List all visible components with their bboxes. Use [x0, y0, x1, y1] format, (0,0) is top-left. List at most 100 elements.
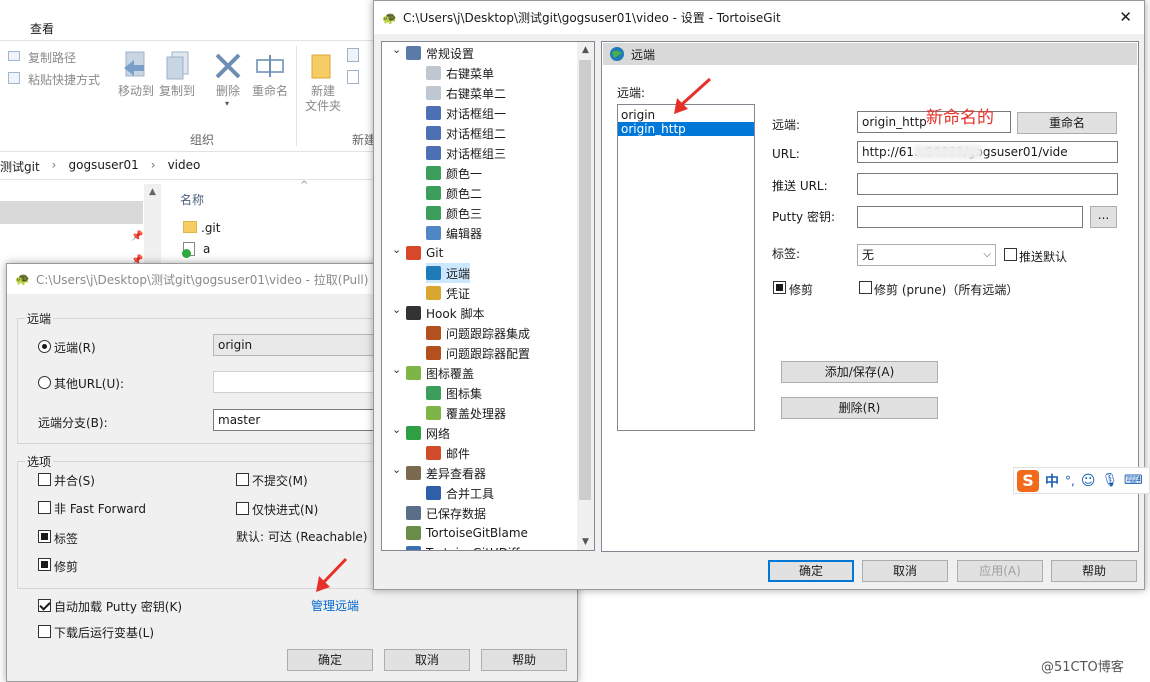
- tree-item[interactable]: 凭证: [426, 283, 470, 303]
- tags-select[interactable]: 无 ⌵: [857, 244, 996, 266]
- remote-list-item-selected[interactable]: origin_http: [618, 122, 754, 136]
- pull-cancel-button[interactable]: 取消: [384, 649, 470, 671]
- putty-key-input[interactable]: [857, 206, 1083, 228]
- breadcrumb-item[interactable]: video: [168, 158, 201, 175]
- scroll-thumb[interactable]: [579, 60, 591, 500]
- tree-item[interactable]: 颜色三: [426, 203, 482, 223]
- copy-to-button[interactable]: 复制到: [157, 84, 197, 99]
- file-item[interactable]: .git: [201, 221, 220, 235]
- tree-expand-chevron-icon[interactable]: ⌄: [392, 243, 401, 256]
- paste-shortcut-button[interactable]: 粘贴快捷方式: [28, 71, 100, 88]
- tab-view[interactable]: 查看: [30, 20, 54, 37]
- new-folder-button[interactable]: 新建 文件夹: [303, 84, 343, 114]
- ff-only-checkbox[interactable]: [236, 502, 249, 515]
- nav-pane-selected-item[interactable]: [0, 201, 143, 224]
- merge-label[interactable]: 并合(S): [54, 472, 95, 489]
- merge-checkbox[interactable]: [38, 473, 51, 486]
- autoload-putty-checkbox[interactable]: [38, 599, 51, 612]
- close-icon[interactable]: ✕: [1119, 8, 1132, 26]
- prune-all-checkbox[interactable]: [859, 281, 872, 294]
- url-input[interactable]: http://61. :20891/gogsuser01/vide: [857, 141, 1118, 163]
- remote-branch-input[interactable]: master: [213, 409, 379, 431]
- tree-expand-chevron-icon[interactable]: ⌄: [392, 423, 401, 436]
- tree-item[interactable]: 已保存数据: [406, 503, 486, 523]
- tree-item[interactable]: 颜色二: [426, 183, 482, 203]
- tree-item[interactable]: 问题跟踪器集成: [426, 323, 530, 343]
- delete-button[interactable]: 删除: [208, 84, 248, 99]
- breadcrumb-chevron-icon[interactable]: ›: [52, 158, 57, 175]
- settings-help-button[interactable]: 帮助: [1051, 560, 1137, 582]
- breadcrumb-chevron-icon[interactable]: ›: [151, 158, 156, 175]
- tree-item[interactable]: 图标集: [426, 383, 482, 403]
- tree-item[interactable]: 编辑器: [426, 223, 482, 243]
- settings-tree[interactable]: 常规设置 ⌄ 右键菜单 右键菜单二 对话框组一 对话框组二 对话框组三 颜色一 颜色二 颜色三 编辑…: [381, 41, 595, 551]
- file-item[interactable]: a: [203, 242, 210, 256]
- microphone-icon[interactable]: 🎙: [1101, 473, 1118, 488]
- manage-remotes-link[interactable]: 管理远端: [311, 597, 359, 614]
- tags-label[interactable]: 标签: [54, 530, 78, 547]
- tags-checkbox[interactable]: [38, 530, 51, 543]
- column-header-name[interactable]: 名称: [180, 191, 204, 208]
- ime-toolbar[interactable]: S 中 °, ☺ 🎙 ⌨: [1013, 467, 1150, 494]
- tree-item[interactable]: 常规设置: [406, 43, 474, 63]
- launch-rebase-checkbox[interactable]: [38, 625, 51, 638]
- ime-punct-toggle[interactable]: °,: [1065, 474, 1075, 488]
- tree-item[interactable]: Hook 脚本: [406, 303, 484, 323]
- ff-only-label[interactable]: 仅快进式(N): [252, 501, 318, 518]
- scroll-up-icon[interactable]: ▲: [577, 45, 594, 55]
- push-default-label[interactable]: 推送默认: [1019, 248, 1067, 265]
- tree-item[interactable]: 差异查看器: [406, 463, 486, 483]
- tree-item[interactable]: 对话框组一: [426, 103, 506, 123]
- tree-item[interactable]: 网络: [406, 423, 450, 443]
- tree-item[interactable]: TortoiseGitUDiff: [406, 543, 520, 550]
- push-url-input[interactable]: [857, 173, 1118, 195]
- prune-label[interactable]: 修剪: [789, 281, 813, 298]
- tree-expand-chevron-icon[interactable]: ⌄: [392, 43, 401, 56]
- prune-checkbox[interactable]: [38, 558, 51, 571]
- tree-item[interactable]: 图标覆盖: [406, 363, 474, 383]
- non-ff-checkbox[interactable]: [38, 501, 51, 514]
- remote-select[interactable]: origin: [213, 334, 379, 356]
- tree-item[interactable]: 合并工具: [426, 483, 494, 503]
- scroll-up-icon[interactable]: ▲: [144, 187, 161, 197]
- no-commit-label[interactable]: 不提交(M): [252, 472, 308, 489]
- chevron-down-icon[interactable]: ⌵: [983, 245, 991, 265]
- settings-cancel-button[interactable]: 取消: [862, 560, 948, 582]
- emoji-icon[interactable]: ☺: [1081, 473, 1096, 489]
- tree-item[interactable]: 覆盖处理器: [426, 403, 506, 423]
- scroll-down-icon[interactable]: ▼: [577, 537, 594, 547]
- tree-expand-chevron-icon[interactable]: ⌄: [392, 463, 401, 476]
- browse-putty-button[interactable]: ...: [1090, 206, 1117, 228]
- tree-item[interactable]: 对话框组二: [426, 123, 506, 143]
- tree-item[interactable]: 问题跟踪器配置: [426, 343, 530, 363]
- pull-ok-button[interactable]: 确定: [287, 649, 373, 671]
- remove-button[interactable]: 删除(R): [781, 397, 938, 419]
- prune-checkbox[interactable]: [773, 281, 786, 294]
- remote-radio[interactable]: [38, 340, 51, 353]
- tree-expand-chevron-icon[interactable]: ⌄: [392, 363, 401, 376]
- breadcrumb-item[interactable]: 测试git: [0, 158, 40, 175]
- tree-item[interactable]: 邮件: [426, 443, 470, 463]
- non-ff-label[interactable]: 非 Fast Forward: [54, 500, 146, 517]
- rename-button[interactable]: 重命名: [1017, 112, 1117, 134]
- tree-item[interactable]: 右键菜单二: [426, 83, 506, 103]
- other-url-label[interactable]: 其他URL(U):: [54, 375, 124, 392]
- add-save-button[interactable]: 添加/保存(A): [781, 361, 938, 383]
- pull-help-button[interactable]: 帮助: [481, 649, 567, 671]
- tree-expand-chevron-icon[interactable]: ⌄: [392, 303, 401, 316]
- other-url-input[interactable]: [213, 371, 379, 393]
- remote-radio-label[interactable]: 远端(R): [54, 339, 96, 356]
- settings-apply-button[interactable]: 应用(A): [957, 560, 1043, 582]
- tree-item[interactable]: TortoiseGitBlame: [406, 523, 528, 543]
- delete-dropdown-icon[interactable]: ▾: [225, 99, 229, 108]
- launch-rebase-label[interactable]: 下载后运行变基(L): [54, 624, 154, 641]
- move-to-button[interactable]: 移动到: [116, 84, 156, 99]
- settings-ok-button[interactable]: 确定: [768, 560, 854, 582]
- keyboard-icon[interactable]: ⌨: [1124, 473, 1143, 488]
- copy-path-button[interactable]: 复制路径: [28, 49, 76, 66]
- settings-titlebar[interactable]: 🐢 C:\Users\j\Desktop\测试git\gogsuser01\vi…: [374, 1, 1144, 34]
- other-url-radio[interactable]: [38, 376, 51, 389]
- no-commit-checkbox[interactable]: [236, 473, 249, 486]
- autoload-putty-label[interactable]: 自动加载 Putty 密钥(K): [54, 598, 182, 615]
- remotes-list[interactable]: origin origin_http: [617, 104, 755, 431]
